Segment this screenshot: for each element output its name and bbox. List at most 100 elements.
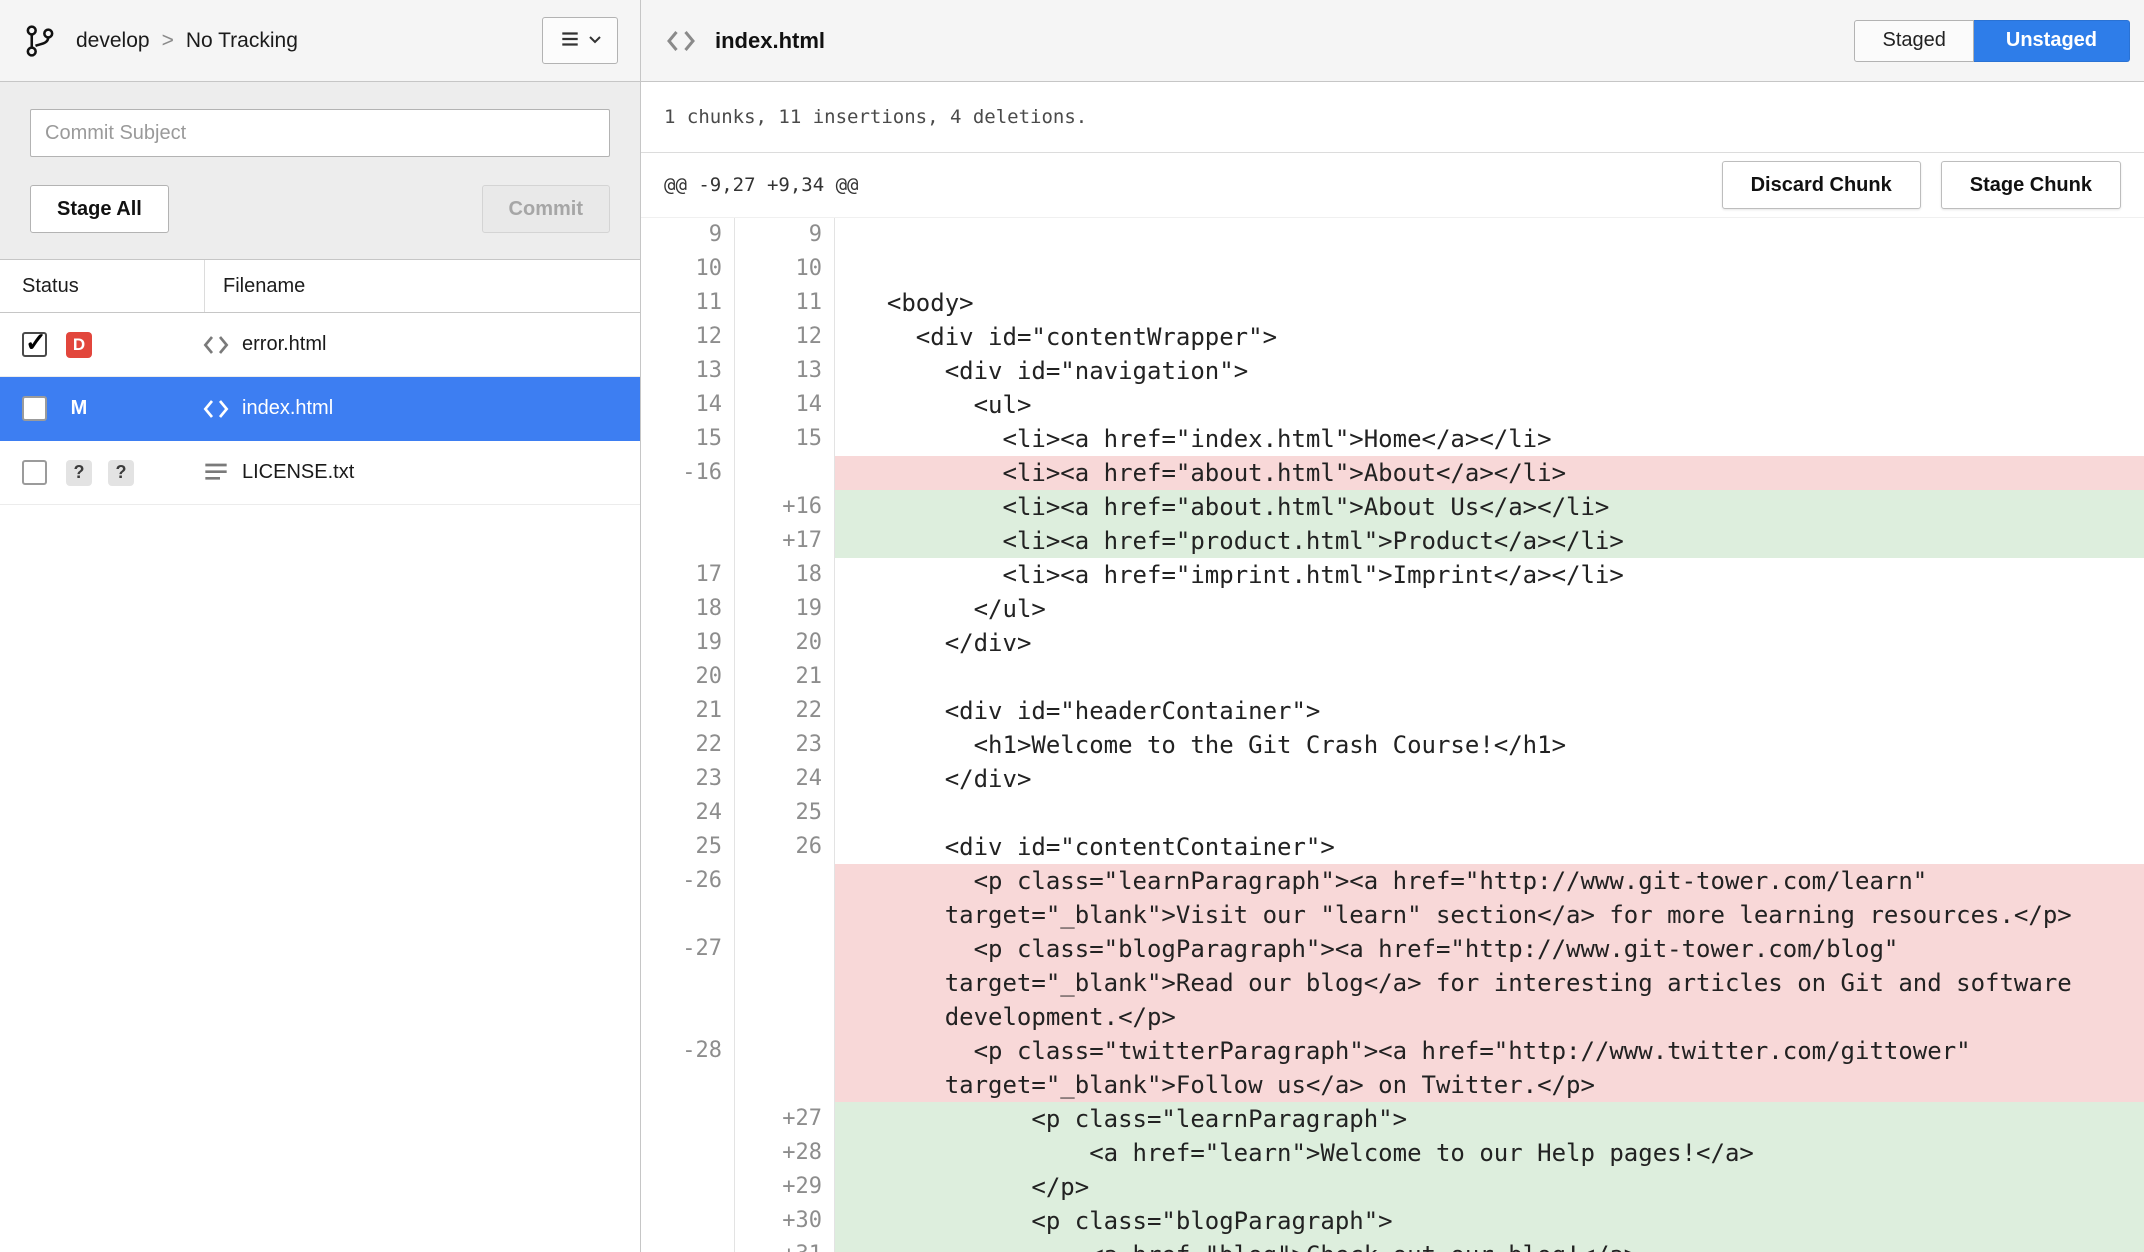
diff-row: 1414 <ul> (641, 388, 2144, 422)
diff-row: +28 <a href="learn">Welcome to our Help … (641, 1136, 2144, 1170)
code-text: <a href="learn">Welcome to our Help page… (858, 1136, 2144, 1170)
diff-row: 1718 <li><a href="imprint.html">Imprint<… (641, 558, 2144, 592)
new-line-number (735, 864, 835, 932)
diff-row: 2324 </div> (641, 762, 2144, 796)
new-line-number: 14 (735, 388, 835, 422)
new-line-number: 12 (735, 320, 835, 354)
old-line-number (641, 1102, 735, 1136)
code-cell: <li><a href="imprint.html">Imprint</a></… (835, 558, 2144, 592)
new-line-number: +27 (735, 1102, 835, 1136)
diff-row: 1920 </div> (641, 626, 2144, 660)
old-line-number: 13 (641, 354, 735, 388)
diff-row: +27 <p class="learnParagraph"> (641, 1102, 2144, 1136)
diff-row: 2021 (641, 660, 2144, 694)
code-cell: </div> (835, 762, 2144, 796)
file-row[interactable]: Mindex.html (0, 377, 640, 441)
old-line-number: -16 (641, 456, 735, 490)
stage-checkbox[interactable] (22, 396, 47, 421)
old-line-number: -27 (641, 932, 735, 1034)
code-text: <p class="twitterParagraph"><a href="htt… (858, 1034, 2144, 1102)
branch-header: develop > No Tracking (0, 0, 640, 82)
menu-button[interactable] (542, 17, 618, 64)
staged-tab[interactable]: Staged (1854, 20, 1973, 62)
diff-row: 1515 <li><a href="index.html">Home</a></… (641, 422, 2144, 456)
stage-checkbox[interactable] (22, 460, 47, 485)
new-line-number: +16 (735, 490, 835, 524)
diff-stats: 1 chunks, 11 insertions, 4 deletions. (641, 82, 2144, 153)
commit-button[interactable]: Commit (482, 185, 610, 233)
column-header-filename: Filename (205, 260, 305, 312)
new-line-number: 21 (735, 660, 835, 694)
code-text: <div id="headerContainer"> (858, 694, 2144, 728)
code-file-icon (200, 329, 232, 361)
code-text: <div id="contentContainer"> (858, 830, 2144, 864)
diff-panel: index.html Staged Unstaged 1 chunks, 11 … (641, 0, 2144, 1252)
filename: index.html (242, 397, 333, 420)
code-cell: <h1>Welcome to the Git Crash Course!</h1… (835, 728, 2144, 762)
chevron-down-icon (588, 33, 602, 48)
old-line-number: 9 (641, 218, 735, 252)
code-text: <body> (858, 286, 2144, 320)
status-badges: ?? (66, 460, 186, 486)
code-text: <p class="blogParagraph"><a href="http:/… (858, 932, 2144, 1034)
code-cell: <div id="headerContainer"> (835, 694, 2144, 728)
code-cell: <body> (835, 286, 2144, 320)
code-text: </ul> (858, 592, 2144, 626)
file-row[interactable]: Derror.html (0, 313, 640, 377)
old-line-number: 10 (641, 252, 735, 286)
code-text: <div id="navigation"> (858, 354, 2144, 388)
diff-row: -26 <p class="learnParagraph"><a href="h… (641, 864, 2144, 932)
new-line-number: +30 (735, 1204, 835, 1238)
discard-chunk-button[interactable]: Discard Chunk (1722, 161, 1921, 209)
new-line-number: 25 (735, 796, 835, 830)
diff-view[interactable]: 9910101111 <body>1212 <div id="contentWr… (641, 218, 2144, 1252)
code-cell: <a href="learn">Welcome to our Help page… (835, 1136, 2144, 1170)
new-line-number: 24 (735, 762, 835, 796)
stage-all-button[interactable]: Stage All (30, 185, 169, 233)
diff-row: 99 (641, 218, 2144, 252)
new-line-number: 10 (735, 252, 835, 286)
unstaged-tab[interactable]: Unstaged (1974, 20, 2130, 62)
code-cell (835, 218, 2144, 252)
code-text: <p class="learnParagraph"><a href="http:… (858, 864, 2144, 932)
code-cell: <li><a href="about.html">About Us</a></l… (835, 490, 2144, 524)
column-header-status: Status (0, 260, 205, 312)
code-text: <p class="blogParagraph"> (858, 1204, 2144, 1238)
new-line-number: 19 (735, 592, 835, 626)
code-cell: <p class="learnParagraph"><a href="http:… (835, 864, 2144, 932)
code-cell: <div id="contentWrapper"> (835, 320, 2144, 354)
file-list: Derror.htmlMindex.html??LICENSE.txt (0, 313, 640, 1252)
code-cell: <li><a href="index.html">Home</a></li> (835, 422, 2144, 456)
diff-row: -27 <p class="blogParagraph"><a href="ht… (641, 932, 2144, 1034)
commit-subject-input[interactable] (30, 109, 610, 157)
diff-header: index.html Staged Unstaged (641, 0, 2144, 82)
new-line-number: 15 (735, 422, 835, 456)
sidebar: develop > No Tracking St (0, 0, 641, 1252)
stage-chunk-button[interactable]: Stage Chunk (1941, 161, 2121, 209)
code-text: <ul> (858, 388, 2144, 422)
diff-row: 1819 </ul> (641, 592, 2144, 626)
old-line-number (641, 1170, 735, 1204)
code-text: <li><a href="imprint.html">Imprint</a></… (858, 558, 2144, 592)
old-line-number: 14 (641, 388, 735, 422)
code-cell (835, 252, 2144, 286)
diff-row: +31 <a href="blog">Check out our blog!</… (641, 1238, 2144, 1252)
diff-row: 2425 (641, 796, 2144, 830)
code-text: <li><a href="index.html">Home</a></li> (858, 422, 2144, 456)
code-file-icon (200, 393, 232, 425)
filename: error.html (242, 333, 326, 356)
new-line-number: 26 (735, 830, 835, 864)
new-line-number: +31 (735, 1238, 835, 1252)
code-cell (835, 660, 2144, 694)
file-row[interactable]: ??LICENSE.txt (0, 441, 640, 505)
code-text: <a href="blog">Check out our blog!</a> (858, 1238, 2144, 1252)
diff-row: 2122 <div id="headerContainer"> (641, 694, 2144, 728)
code-cell: <ul> (835, 388, 2144, 422)
breadcrumb-branch[interactable]: develop (76, 29, 150, 53)
code-text: <h1>Welcome to the Git Crash Course!</h1… (858, 728, 2144, 762)
code-cell (835, 796, 2144, 830)
breadcrumb-tracking[interactable]: No Tracking (186, 29, 298, 53)
staged-unstaged-toggle: Staged Unstaged (1854, 20, 2130, 62)
stage-checkbox[interactable] (22, 332, 47, 357)
diff-row: 1010 (641, 252, 2144, 286)
